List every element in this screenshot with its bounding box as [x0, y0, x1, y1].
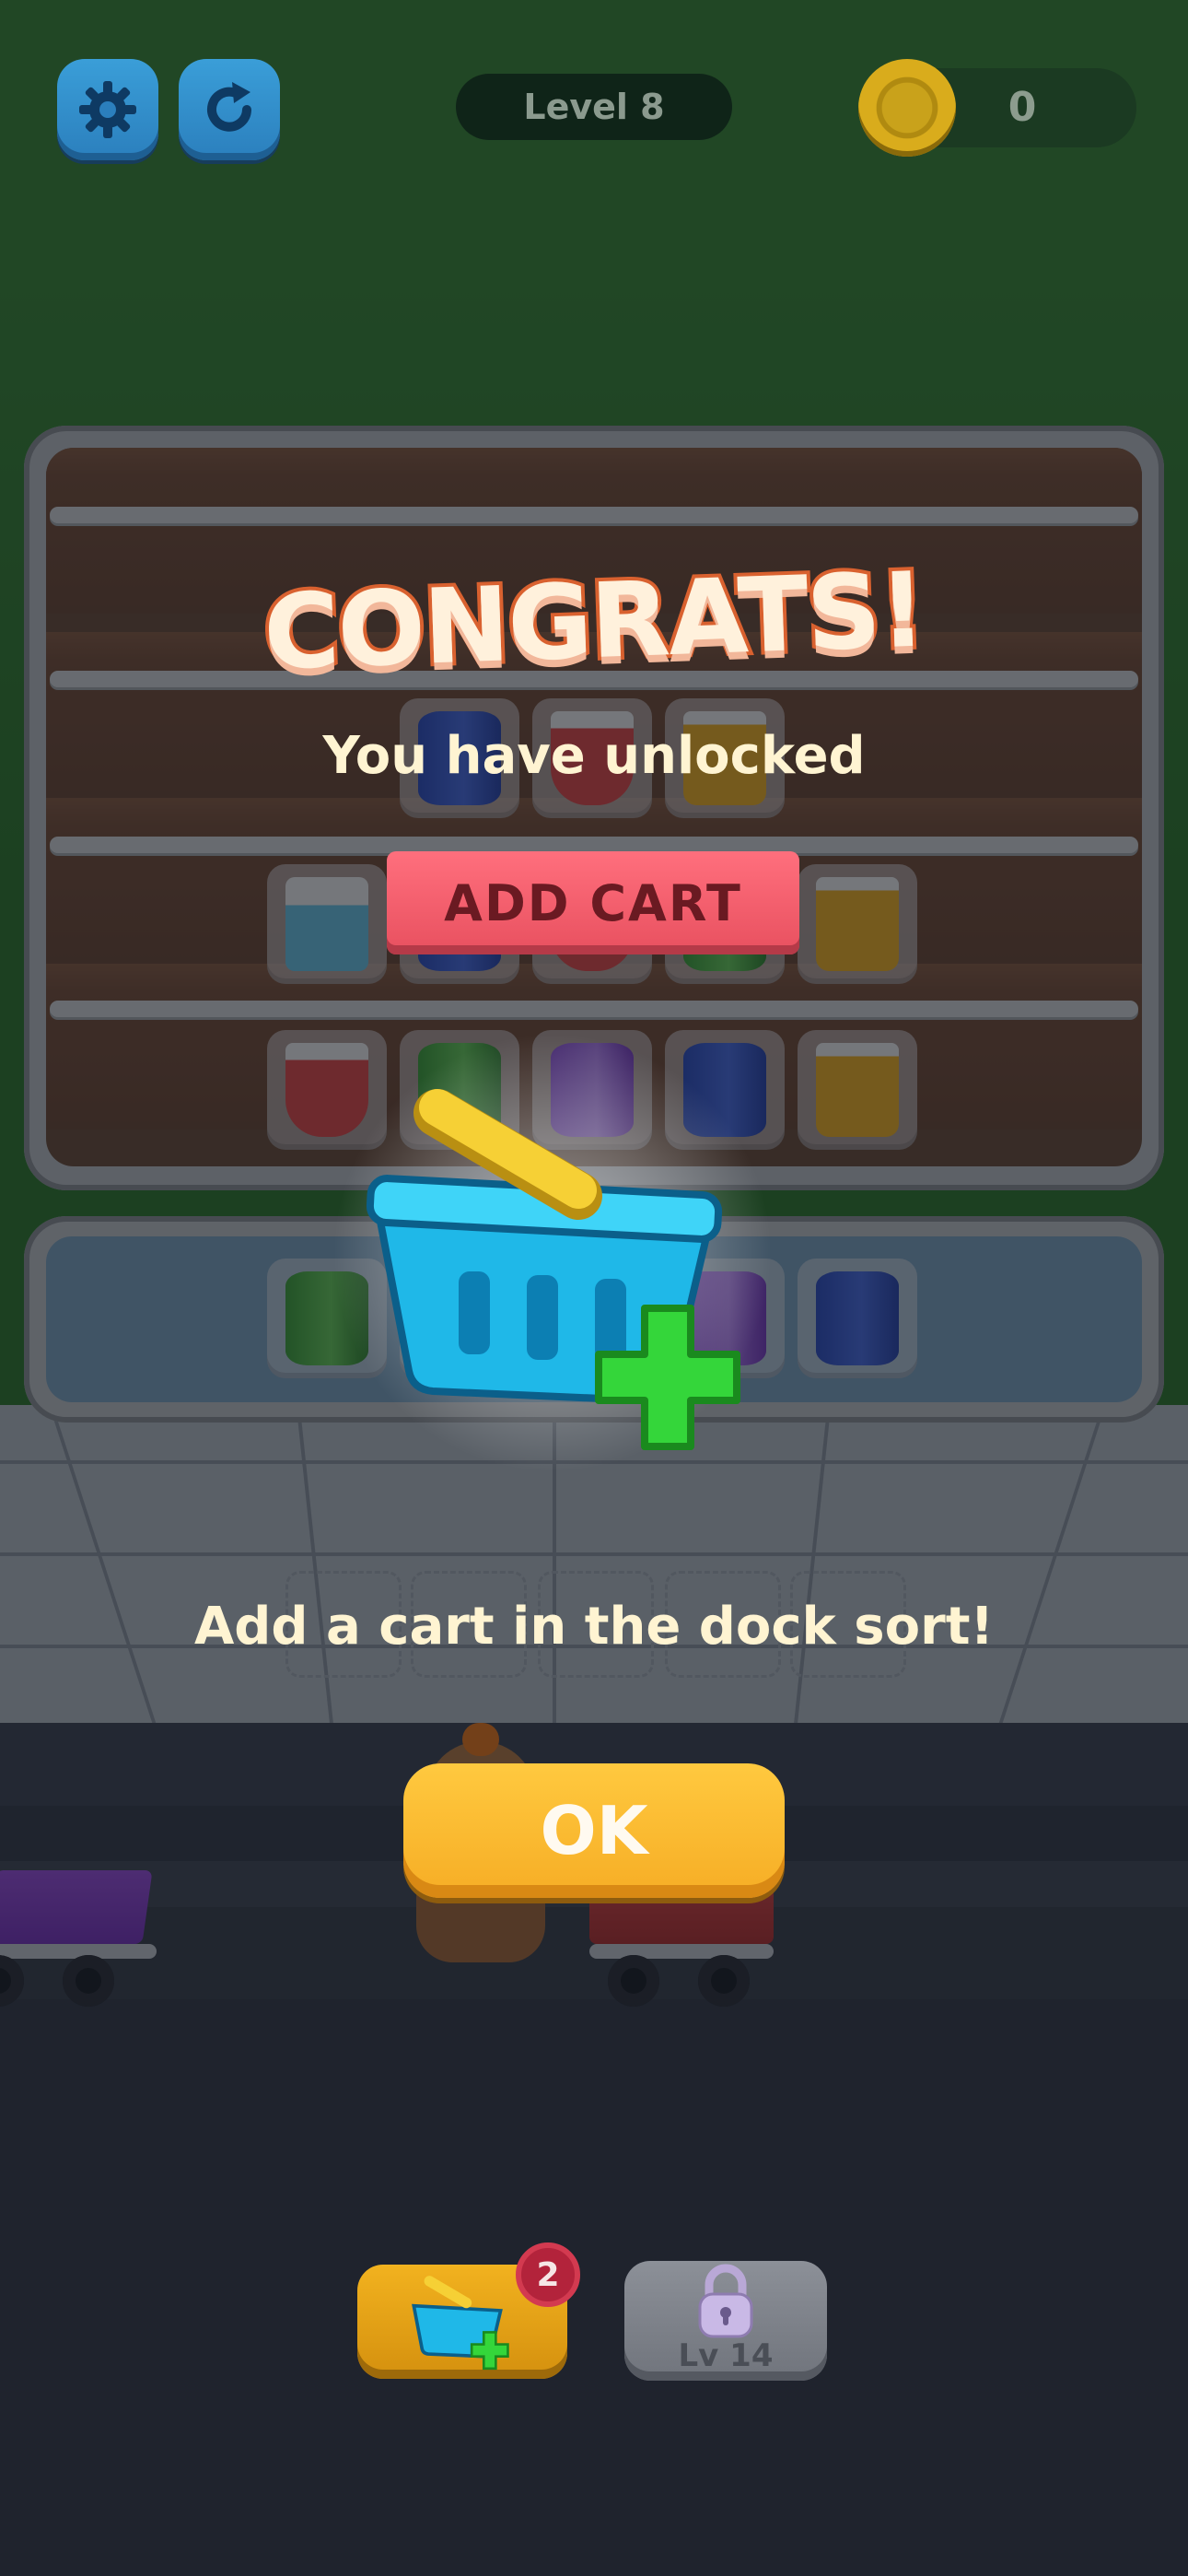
level-indicator: Level 8 [456, 74, 732, 140]
add-cart-count-badge: 2 [516, 2242, 580, 2307]
restart-button[interactable] [179, 59, 280, 160]
ok-button[interactable]: OK [403, 1763, 785, 1898]
coin-icon [858, 59, 956, 157]
feature-name-banner: ADD CART [387, 851, 799, 954]
add-cart-basket-icon [366, 1089, 740, 1450]
congrats-title: CONGRATS! [258, 547, 930, 697]
settings-button[interactable] [57, 59, 158, 160]
locked-tool-level-label: Lv 14 [678, 2337, 774, 2374]
add-cart-tool-icon [412, 2276, 509, 2371]
restart-icon [207, 82, 251, 132]
coin-count: 0 [1007, 83, 1037, 131]
lock-icon [698, 2264, 753, 2338]
unlock-subtitle: You have unlocked [322, 725, 866, 786]
instruction-text: Add a cart in the dock sort! [193, 1596, 995, 1657]
gear-icon [79, 81, 136, 138]
